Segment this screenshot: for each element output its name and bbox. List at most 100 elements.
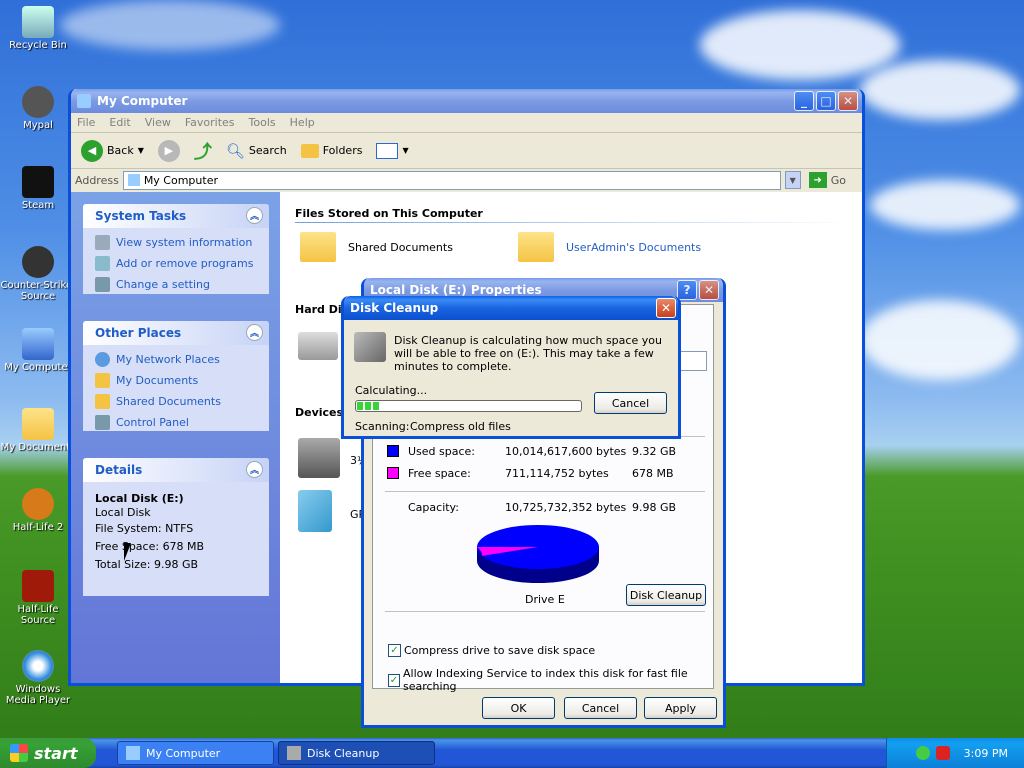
desktop-icon-label: My Documents [0, 442, 76, 453]
collapse-chevron-icon[interactable]: ︽ [246, 461, 263, 478]
desktop-icon-recycle-bin[interactable]: Recycle Bin [0, 6, 76, 51]
address-label: Address [75, 173, 119, 187]
forward-button[interactable]: ▶ [154, 138, 184, 164]
up-button[interactable]: ⤴ [190, 136, 216, 166]
folders-label: Folders [322, 144, 363, 157]
used-space-label: Used space: [408, 445, 476, 458]
minimize-button[interactable]: _ [794, 91, 814, 111]
link-label: Change a setting [116, 278, 210, 291]
taskbar: start My Computer Disk Cleanup ? 3:09 PM [0, 738, 1024, 768]
collapse-chevron-icon[interactable]: ︽ [246, 207, 263, 224]
desktop-icon-label: Recycle Bin [9, 40, 67, 51]
go-button[interactable]: ➜ Go [805, 170, 862, 190]
change-setting-link[interactable]: Change a setting [83, 274, 269, 295]
desktop-icon-label: Mypal [23, 120, 53, 131]
close-button[interactable]: ✕ [699, 280, 719, 300]
my-documents-link[interactable]: My Documents [83, 370, 269, 391]
search-button[interactable]: 🔍︎ Search [222, 140, 291, 162]
explorer-titlebar[interactable]: My Computer _ □ ✕ [71, 89, 862, 113]
close-button[interactable]: ✕ [838, 91, 858, 111]
system-tasks-header[interactable]: System Tasks ︽ [83, 204, 269, 228]
computer-icon [127, 174, 140, 186]
button-label: Cancel [581, 701, 620, 715]
button-label: Apply [664, 701, 697, 715]
menu-help[interactable]: Help [290, 116, 315, 129]
cloud [870, 180, 1020, 230]
hard-disk-icon[interactable] [298, 332, 338, 360]
devices-section-title: Devices [295, 406, 344, 419]
desktop-icon-mypal[interactable]: Mypal [0, 86, 76, 131]
control-panel-icon [95, 277, 110, 292]
taskbar-item-disk-cleanup[interactable]: Disk Cleanup [278, 741, 435, 765]
cleanup-cancel-button[interactable]: Cancel [594, 392, 667, 414]
start-label: start [34, 743, 78, 763]
close-button[interactable]: ✕ [656, 298, 676, 318]
add-remove-programs-link[interactable]: Add or remove programs [83, 253, 269, 274]
desktop-icon-counter-strike[interactable]: Counter-Strike: Source [0, 246, 76, 302]
task-label: Disk Cleanup [307, 746, 380, 760]
help-button[interactable]: ? [677, 280, 697, 300]
start-button[interactable]: start [0, 738, 96, 768]
details-type: Local Disk [95, 506, 151, 519]
cd-drive-icon[interactable] [298, 490, 332, 532]
link-label: My Documents [116, 374, 199, 387]
useradmin-documents-folder[interactable]: UserAdmin's Documents [518, 232, 701, 262]
search-icon: 🔍︎ [225, 141, 245, 160]
system-tray: 3:09 PM [886, 738, 1024, 768]
used-space-bytes: 10,014,617,600 bytes [505, 445, 627, 458]
task-pane: System Tasks ︽ View system information A… [71, 192, 280, 683]
desktop-icon-label: Counter-Strike: Source [0, 280, 76, 302]
shared-documents-folder[interactable]: Shared Documents [300, 232, 453, 262]
desktop-icon-windows-media-player[interactable]: Windows Media Player [0, 650, 76, 706]
maximize-button[interactable]: □ [816, 91, 836, 111]
details-header[interactable]: Details ︽ [83, 458, 269, 482]
calculating-label: Calculating... [355, 384, 428, 397]
shared-documents-link[interactable]: Shared Documents [83, 391, 269, 412]
desktop-icon-steam[interactable]: Steam [0, 166, 76, 211]
menu-tools[interactable]: Tools [249, 116, 276, 129]
desktop-icon-half-life-source[interactable]: Half-Life Source [0, 570, 76, 626]
cancel-button[interactable]: Cancel [564, 697, 637, 719]
views-button[interactable]: ▼ [372, 141, 412, 161]
menu-edit[interactable]: Edit [109, 116, 130, 129]
control-panel-link[interactable]: Control Panel [83, 412, 269, 433]
recycle-bin-icon [22, 6, 54, 38]
collapse-chevron-icon[interactable]: ︽ [246, 324, 263, 341]
menu-favorites[interactable]: Favorites [185, 116, 235, 129]
view-system-information-link[interactable]: View system information [83, 232, 269, 253]
other-places-header[interactable]: Other Places ︽ [83, 321, 269, 345]
ok-button[interactable]: OK [482, 697, 555, 719]
task-label: My Computer [146, 746, 221, 760]
network-places-link[interactable]: My Network Places [83, 349, 269, 370]
address-value: My Computer [143, 173, 218, 187]
security-shield-icon[interactable] [935, 746, 950, 760]
address-bar: Address My Computer ▼ ➜ Go [71, 169, 862, 191]
menu-view[interactable]: View [145, 116, 171, 129]
network-tray-icon[interactable] [915, 746, 930, 760]
drive-label: Drive E [525, 593, 565, 606]
search-label: Search [248, 144, 287, 157]
progress-fill [357, 402, 380, 410]
address-input[interactable]: My Computer [122, 170, 781, 190]
disk-cleanup-icon [287, 746, 301, 760]
folders-button[interactable]: Folders [297, 142, 367, 160]
floppy-drive-icon[interactable] [298, 438, 340, 478]
compress-checkbox[interactable]: ✓ Compress drive to save disk space [388, 644, 595, 657]
disk-cleanup-button[interactable]: Disk Cleanup [626, 584, 706, 606]
taskbar-item-my-computer[interactable]: My Computer [117, 741, 274, 765]
desktop-icon-half-life-2[interactable]: Half-Life 2 [0, 488, 76, 533]
cloud [860, 60, 1020, 120]
disk-cleanup-titlebar[interactable]: Disk Cleanup ✕ [344, 296, 678, 320]
button-label: Cancel [611, 396, 650, 410]
back-button[interactable]: ◀ Back ▼ [77, 138, 148, 164]
desktop-icon-my-documents[interactable]: My Documents [0, 408, 76, 453]
add-remove-icon [95, 256, 110, 271]
indexing-checkbox[interactable]: ✓ Allow Indexing Service to index this d… [388, 667, 713, 693]
clock[interactable]: 3:09 PM [964, 747, 1008, 760]
scanning-label: Scanning: [355, 420, 410, 433]
menu-file[interactable]: File [77, 116, 95, 129]
address-dropdown-button[interactable]: ▼ [784, 171, 801, 189]
apply-button[interactable]: Apply [644, 697, 717, 719]
desktop-icon-label: Steam [21, 200, 55, 211]
desktop-icon-my-computer[interactable]: My Computer [0, 328, 76, 373]
